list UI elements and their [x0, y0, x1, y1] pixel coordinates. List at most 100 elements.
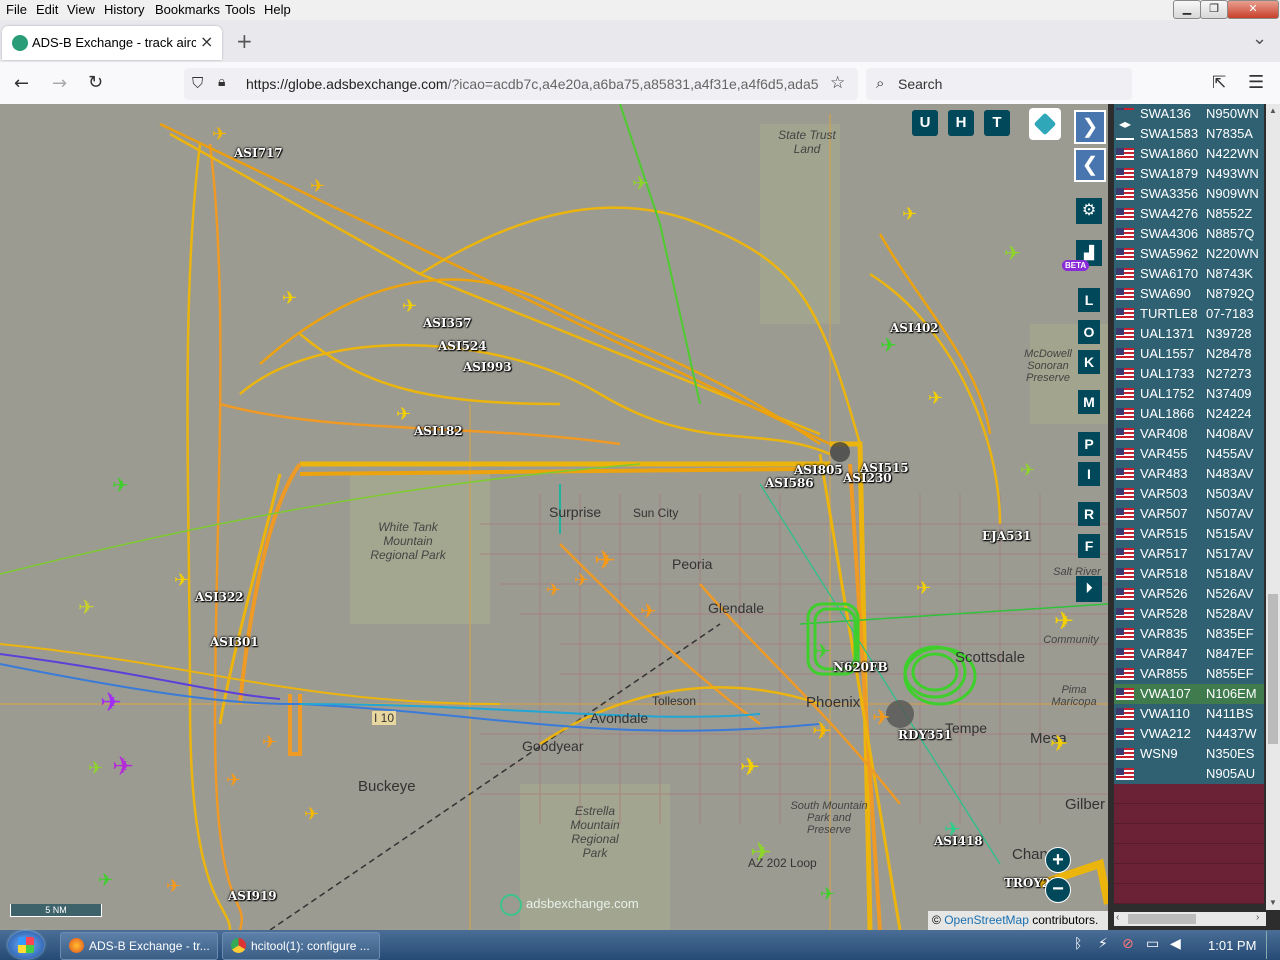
- k-button[interactable]: K: [1078, 350, 1100, 374]
- aircraft-label[interactable]: RDY351: [898, 728, 952, 742]
- aircraft-icon[interactable]: ✈: [226, 772, 241, 790]
- aircraft-icon[interactable]: ✈: [282, 290, 297, 308]
- aircraft-icon[interactable]: ✈: [632, 173, 649, 193]
- aircraft-icon[interactable]: ✈: [396, 406, 411, 424]
- table-row[interactable]: SWA1860 N422WN: [1114, 144, 1264, 164]
- osm-link[interactable]: OpenStreetMap: [944, 913, 1029, 927]
- table-row[interactable]: UAL1557 N28478: [1114, 344, 1264, 364]
- monitor-icon[interactable]: ▭: [1146, 936, 1159, 952]
- table-row[interactable]: SWA1879 N493WN: [1114, 164, 1264, 184]
- aircraft-icon[interactable]: ✈: [1050, 734, 1068, 756]
- start-button[interactable]: [8, 931, 44, 959]
- o-button[interactable]: O: [1078, 320, 1100, 344]
- expand-panel-button[interactable]: ❯: [1074, 110, 1106, 144]
- aircraft-icon[interactable]: ✈: [112, 475, 129, 495]
- table-row[interactable]: SWA3356 N909WN: [1114, 184, 1264, 204]
- aircraft-icon[interactable]: ✈: [304, 806, 319, 824]
- aircraft-icon[interactable]: ✈: [820, 886, 835, 904]
- aircraft-icon[interactable]: ✈: [262, 734, 277, 752]
- scroll-up-icon[interactable]: ▲: [1269, 106, 1277, 115]
- search-bar[interactable]: ⌕ Search: [866, 68, 1132, 100]
- aircraft-icon[interactable]: ✈: [174, 572, 189, 590]
- reload-icon[interactable]: ↻: [88, 72, 103, 93]
- tracking-protection-icon[interactable]: ⛉: [192, 74, 203, 92]
- aircraft-icon[interactable]: ✈: [310, 178, 325, 196]
- menu-edit[interactable]: Edit: [36, 2, 58, 17]
- new-tab-icon[interactable]: +: [236, 29, 253, 53]
- aircraft-label[interactable]: ASI322: [195, 590, 244, 604]
- table-row[interactable]: SWA5962 N220WN: [1114, 244, 1264, 264]
- zoom-in-button[interactable]: +: [1045, 847, 1071, 873]
- aircraft-icon[interactable]: ✈: [402, 298, 417, 316]
- table-row[interactable]: SWA1583 N7835A: [1114, 124, 1264, 144]
- minimize-button[interactable]: ▁: [1173, 0, 1201, 19]
- table-row[interactable]: VAR408 N408AV: [1114, 424, 1264, 444]
- aircraft-label[interactable]: ASI993: [463, 360, 512, 374]
- table-row[interactable]: SWA4306 N8857Q: [1114, 224, 1264, 244]
- table-row[interactable]: TURTLE8 07-7183: [1114, 304, 1264, 324]
- aircraft-icon[interactable]: ✈: [814, 641, 831, 661]
- aircraft-icon[interactable]: ✈: [100, 690, 122, 716]
- table-row[interactable]: WSN9 N350ES: [1114, 744, 1264, 764]
- taskbar-item-firefox[interactable]: ADS-B Exchange - tr...: [60, 932, 218, 960]
- aircraft-label[interactable]: ASI357: [423, 316, 472, 330]
- close-window-button[interactable]: ✕: [1227, 0, 1279, 19]
- restore-button[interactable]: ❐: [1200, 0, 1228, 19]
- aircraft-icon[interactable]: ✈: [88, 760, 103, 778]
- i-button[interactable]: I: [1078, 462, 1100, 486]
- table-row[interactable]: UAL1733 N27273: [1114, 364, 1264, 384]
- aircraft-icon[interactable]: ✈: [750, 840, 772, 866]
- table-row[interactable]: VAR517 N517AV: [1114, 544, 1264, 564]
- aircraft-icon[interactable]: ✈: [112, 754, 134, 780]
- table-row[interactable]: VAR526 N526AV: [1114, 584, 1264, 604]
- back-icon[interactable]: ←: [14, 73, 29, 94]
- aircraft-icon[interactable]: ✈: [812, 719, 832, 743]
- aircraft-icon[interactable]: ✈: [902, 206, 917, 224]
- aircraft-label[interactable]: ASI524: [438, 339, 487, 353]
- menu-history[interactable]: History: [104, 2, 144, 17]
- zoom-out-button[interactable]: −: [1045, 877, 1071, 903]
- l-button[interactable]: L: [1078, 288, 1100, 312]
- table-row[interactable]: VAR528 N528AV: [1114, 604, 1264, 624]
- app-menu-icon[interactable]: ☰: [1248, 72, 1264, 93]
- aircraft-icon[interactable]: ✈: [574, 572, 589, 590]
- table-row[interactable]: VWA110 N411BS: [1114, 704, 1264, 724]
- vertical-scrollbar[interactable]: ▲ ▼: [1266, 104, 1280, 910]
- table-row[interactable]: UAL1752 N37409: [1114, 384, 1264, 404]
- aircraft-label[interactable]: N620FB: [833, 660, 888, 674]
- scrollbar-thumb[interactable]: [1268, 594, 1278, 744]
- t-button[interactable]: T: [984, 110, 1010, 136]
- table-row[interactable]: VAR503 N503AV: [1114, 484, 1264, 504]
- aircraft-icon[interactable]: ✈: [880, 335, 897, 355]
- aircraft-icon[interactable]: ✈: [78, 597, 95, 617]
- settings-button[interactable]: ⚙: [1076, 198, 1102, 224]
- table-row[interactable]: UAL1371 N39728: [1114, 324, 1264, 344]
- table-row[interactable]: VAR835 N835EF: [1114, 624, 1264, 644]
- clock[interactable]: 1:01 PM: [1208, 938, 1256, 953]
- table-row[interactable]: VAR483 N483AV: [1114, 464, 1264, 484]
- table-row[interactable]: SWA136 N950WN: [1114, 104, 1264, 124]
- menu-help[interactable]: Help: [264, 2, 291, 17]
- scroll-down-icon[interactable]: ▼: [1269, 898, 1277, 907]
- aircraft-icon[interactable]: ✈: [1020, 462, 1035, 480]
- menu-bookmarks[interactable]: Bookmarks: [155, 2, 220, 17]
- security-icon[interactable]: ⊘: [1122, 936, 1134, 952]
- scroll-right-icon[interactable]: ›: [1256, 912, 1259, 923]
- forward-icon[interactable]: →: [52, 73, 67, 94]
- aircraft-icon[interactable]: ✈: [928, 390, 943, 408]
- table-row[interactable]: VWA212 N4437W: [1114, 724, 1264, 744]
- aircraft-label[interactable]: ASI182: [414, 424, 463, 438]
- replay-button[interactable]: ⏵: [1076, 576, 1102, 602]
- r-button[interactable]: R: [1078, 502, 1100, 526]
- aircraft-icon[interactable]: ✈: [212, 126, 227, 144]
- bluetooth-icon[interactable]: ᛒ: [1074, 936, 1082, 952]
- network-icon[interactable]: ⚡︎: [1098, 936, 1108, 952]
- lock-icon[interactable]: 🔒︎: [218, 74, 225, 90]
- aircraft-label[interactable]: ASI418: [934, 834, 983, 848]
- table-row[interactable]: SWA4276 N8552Z: [1114, 204, 1264, 224]
- h-button[interactable]: H: [948, 110, 974, 136]
- extensions-icon[interactable]: ⇱: [1212, 73, 1226, 93]
- aircraft-label[interactable]: ASI301: [210, 635, 259, 649]
- search-input[interactable]: Search: [898, 76, 942, 92]
- aircraft-icon[interactable]: ✈: [166, 878, 181, 896]
